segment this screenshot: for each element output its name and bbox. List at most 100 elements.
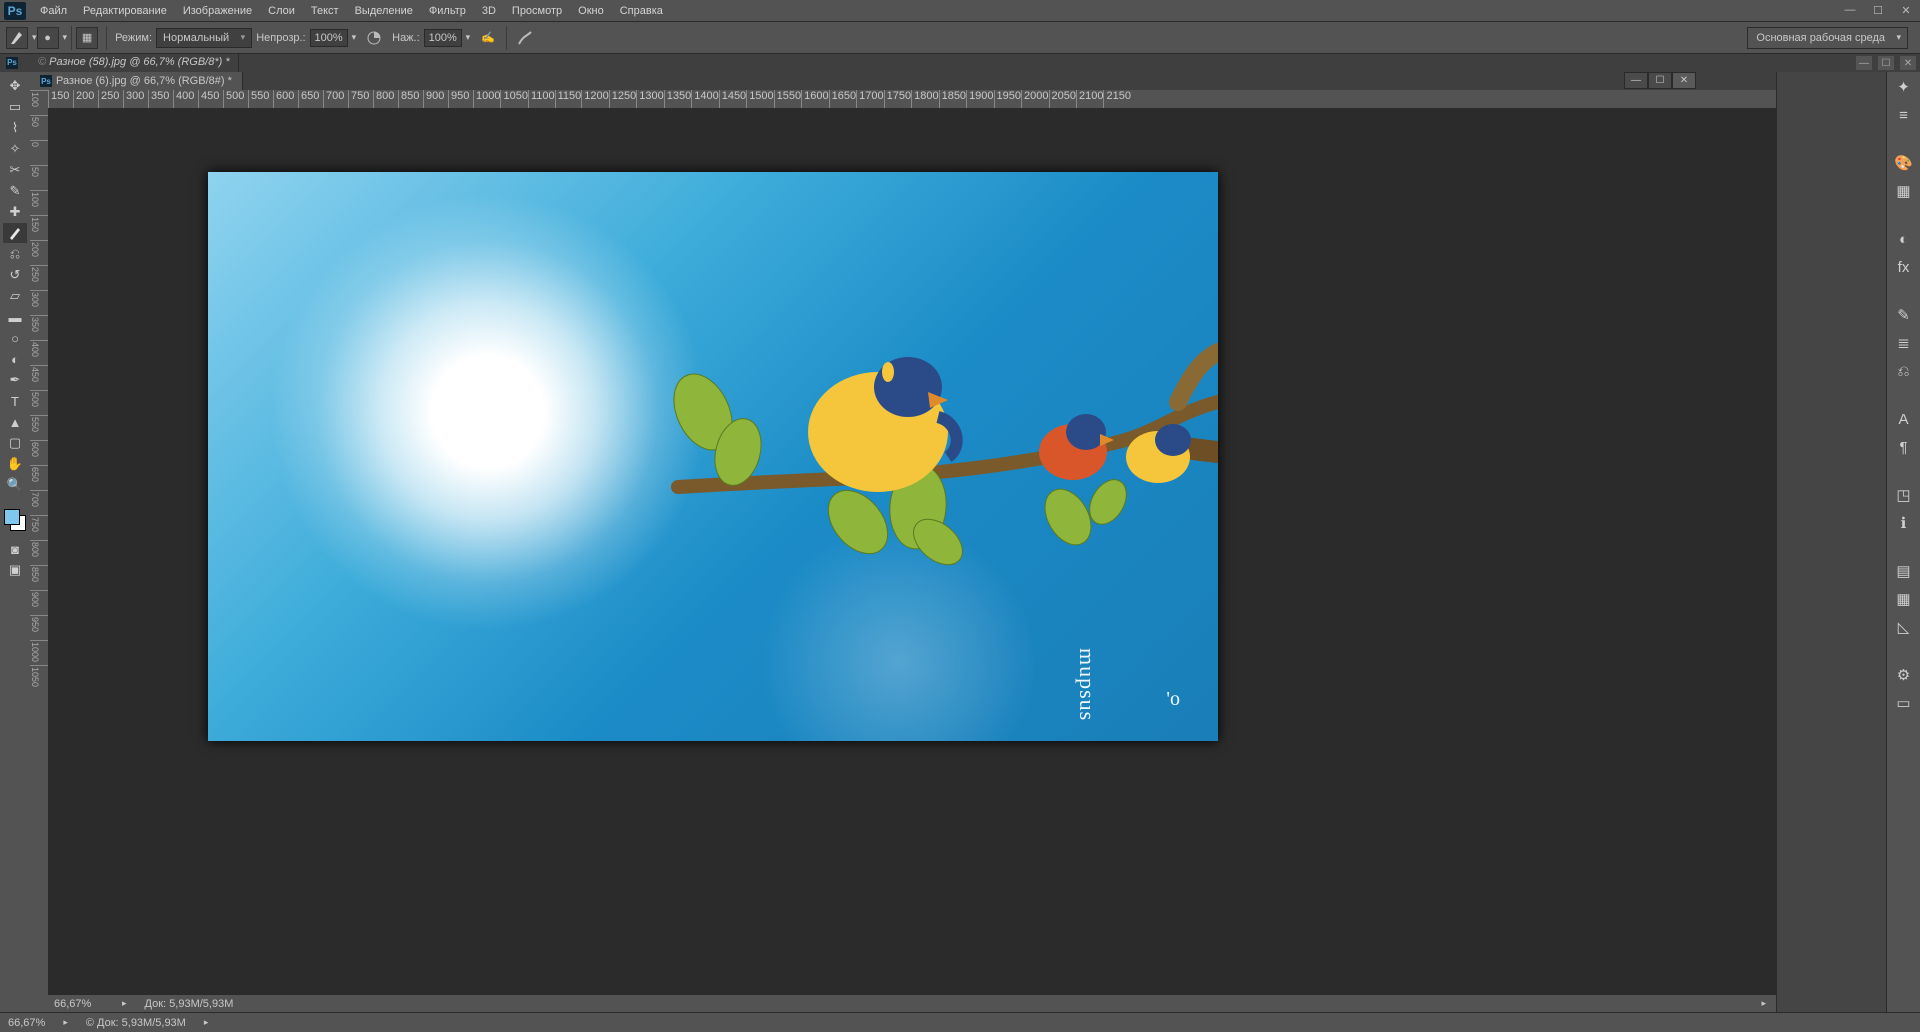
tool-clone-stamp[interactable]: ⎌ xyxy=(3,244,27,264)
frame-minimize-icon[interactable]: — xyxy=(1856,56,1872,70)
menu-window[interactable]: Окно xyxy=(570,3,612,19)
properties-panel-icon[interactable]: ⚙ xyxy=(1891,664,1917,686)
tool-eyedropper[interactable]: ✎ xyxy=(3,181,27,201)
canvas[interactable]: mupsus 'o xyxy=(208,172,1218,741)
tool-crop[interactable]: ✂ xyxy=(3,160,27,180)
clone-source-panel-icon[interactable]: ⎌ xyxy=(1891,360,1917,382)
tool-history-brush[interactable]: ↺ xyxy=(3,265,27,285)
ruler-tick: 1300 xyxy=(636,90,663,108)
panel-dock-collapsed[interactable] xyxy=(1776,72,1886,1012)
flow-input[interactable]: 100% xyxy=(424,29,462,47)
blend-mode-dropdown[interactable]: Нормальный xyxy=(156,28,252,48)
ruler-horizontal[interactable]: 1502002503003504004505005506006507007508… xyxy=(48,90,1776,108)
doc-minimize-icon[interactable]: — xyxy=(1624,72,1648,89)
zoom-level[interactable]: 66,67% xyxy=(54,998,104,1010)
brushes-panel-icon[interactable]: ≣ xyxy=(1891,332,1917,354)
tool-dodge[interactable]: ◐ xyxy=(3,349,27,369)
history-panel-icon[interactable]: ✦ xyxy=(1891,76,1917,98)
ruler-tick: 250 xyxy=(98,90,123,108)
frame-close-icon[interactable]: ✕ xyxy=(1900,56,1916,70)
ruler-tick: 2150 xyxy=(1103,90,1130,108)
actions-panel-icon[interactable]: ≡ xyxy=(1891,104,1917,126)
global-zoom-arrow-icon[interactable]: ▸ xyxy=(63,1017,68,1028)
menu-view[interactable]: Просмотр xyxy=(504,3,570,19)
menu-text[interactable]: Текст xyxy=(303,3,347,19)
paths-panel-icon[interactable]: ◺ xyxy=(1891,616,1917,638)
doc-maximize-icon[interactable]: ☐ xyxy=(1648,72,1672,89)
background-document-tab[interactable]: © Разное (58).jpg @ 66,7% (RGB/8*) * xyxy=(30,54,239,72)
color-panel-icon[interactable]: 🎨 xyxy=(1891,152,1917,174)
canvas-viewport[interactable]: mupsus 'o xyxy=(48,108,1776,994)
tool-eraser[interactable]: ▱ xyxy=(3,286,27,306)
tool-blur[interactable]: ○ xyxy=(3,328,27,348)
menu-image[interactable]: Изображение xyxy=(175,3,260,19)
info-panel-icon[interactable]: ℹ xyxy=(1891,512,1917,534)
character-panel-icon[interactable]: A xyxy=(1891,408,1917,430)
brush-settings-panel-icon[interactable]: ✎ xyxy=(1891,304,1917,326)
timeline-panel-icon[interactable]: ▭ xyxy=(1891,692,1917,714)
tool-zoom[interactable]: 🔍 xyxy=(3,475,27,495)
menu-layers[interactable]: Слои xyxy=(260,3,303,19)
tool-path-select[interactable]: ▲ xyxy=(3,412,27,432)
ruler-tick: 900 xyxy=(423,90,448,108)
workspace-label: Основная рабочая среда xyxy=(1756,32,1885,44)
menu-filter[interactable]: Фильтр xyxy=(421,3,474,19)
tool-shape[interactable]: ▢ xyxy=(3,433,27,453)
opacity-input[interactable]: 100% xyxy=(310,29,348,47)
styles-panel-icon[interactable]: fx xyxy=(1891,256,1917,278)
status-menu-icon[interactable]: ▸ xyxy=(1761,998,1766,1009)
tool-preset-brush-icon[interactable] xyxy=(6,27,28,49)
frame-restore-icon[interactable]: ☐ xyxy=(1878,56,1894,70)
color-swatch[interactable] xyxy=(4,509,26,531)
paragraph-panel-icon[interactable]: ¶ xyxy=(1891,436,1917,458)
navigator-panel-icon[interactable]: ◳ xyxy=(1891,484,1917,506)
layers-panel-icon[interactable]: ▤ xyxy=(1891,560,1917,582)
ruler-tick: 500 xyxy=(223,90,248,108)
foreground-color-swatch[interactable] xyxy=(4,509,20,525)
menu-help[interactable]: Справка xyxy=(612,3,671,19)
channels-panel-icon[interactable]: ▦ xyxy=(1891,588,1917,610)
close-icon[interactable]: ✕ xyxy=(1892,0,1920,20)
tool-move[interactable]: ✥ xyxy=(3,76,27,96)
global-docsize-value: 5,93M/5,93M xyxy=(122,1017,186,1029)
workspace-switcher[interactable]: Основная рабочая среда xyxy=(1747,27,1908,49)
minimize-icon[interactable]: — xyxy=(1836,0,1864,20)
tool-brush[interactable] xyxy=(3,223,27,243)
ruler-tick: 1050 xyxy=(500,90,527,108)
doc-close-icon[interactable]: ✕ xyxy=(1672,72,1696,89)
document-tabs: Ps Разное (6).jpg @ 66,7% (RGB/8#) * — ☐… xyxy=(30,72,1776,90)
menu-3d[interactable]: 3D xyxy=(474,3,504,19)
tool-gradient[interactable]: ▬ xyxy=(3,307,27,327)
maximize-icon[interactable]: ☐ xyxy=(1864,0,1892,20)
ruler-tick: 800 xyxy=(30,540,48,565)
swatches-panel-icon[interactable]: ▦ xyxy=(1891,180,1917,202)
screenmode-icon[interactable]: ▣ xyxy=(3,560,27,580)
tool-magic-wand[interactable]: ✧ xyxy=(3,139,27,159)
active-document-tab[interactable]: Ps Разное (6).jpg @ 66,7% (RGB/8#) * xyxy=(30,72,243,90)
menu-edit[interactable]: Редактирование xyxy=(75,3,175,19)
ruler-tick: 550 xyxy=(30,415,48,440)
pressure-size-icon[interactable] xyxy=(513,27,537,49)
tool-spot-heal[interactable]: ✚ xyxy=(3,202,27,222)
ruler-vertical[interactable]: 1005005010015020025030035040045050055060… xyxy=(30,90,48,1012)
adjustments-panel-icon[interactable]: ◐ xyxy=(1891,228,1917,250)
ruler-tick: 100 xyxy=(30,90,48,115)
ruler-tick: 1200 xyxy=(581,90,608,108)
menu-select[interactable]: Выделение xyxy=(347,3,421,19)
airbrush-icon[interactable]: ✍ xyxy=(476,27,500,49)
pressure-opacity-icon[interactable] xyxy=(362,27,386,49)
brush-panel-icon[interactable]: ▦ xyxy=(76,27,98,49)
tool-type[interactable]: T xyxy=(3,391,27,411)
tool-pen[interactable]: ✒ xyxy=(3,370,27,390)
brush-preset-picker-icon[interactable]: ● xyxy=(37,27,59,49)
zoom-dropdown-icon[interactable]: ▸ xyxy=(122,998,127,1009)
tool-hand[interactable]: ✋ xyxy=(3,454,27,474)
global-status-menu-icon[interactable]: ▸ xyxy=(204,1017,209,1028)
docsize-value: 5,93M/5,93M xyxy=(169,998,233,1010)
tool-lasso[interactable]: ⌇ xyxy=(3,118,27,138)
tool-marquee[interactable]: ▭ xyxy=(3,97,27,117)
global-zoom[interactable]: 66,67% xyxy=(8,1017,45,1029)
quickmask-icon[interactable]: ◙ xyxy=(3,539,27,559)
ruler-tick: 300 xyxy=(30,290,48,315)
menu-file[interactable]: Файл xyxy=(32,3,75,19)
